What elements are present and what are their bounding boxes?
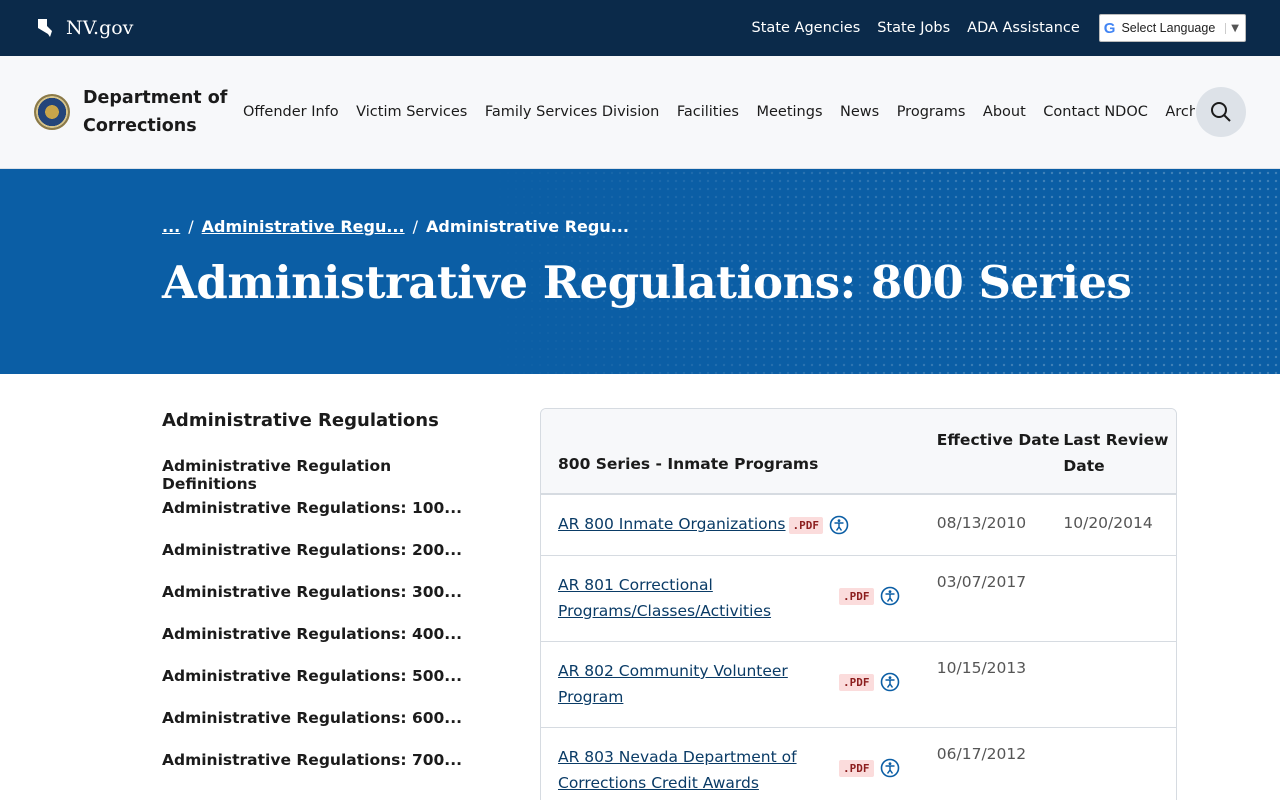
table-row: AR 800 Inmate Organizations .PDF 08/13/2…	[541, 495, 1176, 556]
table-cell-effective: 08/13/2010	[936, 514, 1027, 532]
brand-label: NV.gov	[66, 17, 134, 39]
sidebar-title: Administrative Regulations	[162, 410, 439, 431]
nav-programs[interactable]: Programs	[897, 104, 966, 120]
table-cell-title: AR 802 Community Volunteer Program .PDF	[541, 642, 937, 727]
breadcrumb-current: Administrative Regu...	[425, 217, 629, 236]
breadcrumb-ellipsis[interactable]: ...	[162, 217, 180, 236]
table-header: 800 Series - Inmate Programs Effective D…	[541, 409, 1176, 495]
sidebar-item-400[interactable]: Administrative Regulations: 400...	[162, 625, 482, 667]
search-icon	[1211, 102, 1231, 122]
sidebar: Administrative Regulations Administrativ…	[162, 410, 482, 793]
table-row: AR 802 Community Volunteer Program .PDF …	[541, 642, 1176, 728]
accessibility-icon[interactable]	[880, 758, 900, 778]
ar-803-link[interactable]: AR 803 Nevada Department of Corrections …	[558, 748, 797, 792]
pdf-badge: .PDF	[839, 587, 874, 605]
accessibility-icon[interactable]	[829, 515, 849, 535]
nevada-state-icon	[38, 19, 52, 37]
caret-down-icon: ▼	[1225, 22, 1239, 34]
ar-802-link[interactable]: AR 802 Community Volunteer Program	[558, 662, 788, 706]
sidebar-item-700[interactable]: Administrative Regulations: 700...	[162, 751, 482, 793]
table-row: AR 803 Nevada Department of Corrections …	[541, 728, 1176, 800]
nv-gov-brand[interactable]: NV.gov	[38, 17, 133, 39]
table-cell-effective: 10/15/2013	[936, 659, 1027, 677]
table-cell-title: AR 801 Correctional Programs/Classes/Act…	[541, 556, 937, 641]
page-hero: ... / Administrative Regu... / Administr…	[0, 169, 1280, 374]
breadcrumb: ... / Administrative Regu... / Administr…	[162, 217, 1280, 236]
table-cell-review	[1063, 642, 1176, 727]
table-cell-review	[1063, 556, 1176, 641]
sidebar-item-200[interactable]: Administrative Regulations: 200...	[162, 541, 482, 583]
nevada-seal-logo[interactable]	[34, 94, 70, 130]
pdf-badge: .PDF	[839, 759, 874, 777]
header-effective-date: Effective Date	[936, 431, 1060, 449]
top-links: State Agencies State Jobs ADA Assistance…	[752, 14, 1246, 42]
pdf-badge: .PDF	[788, 516, 824, 534]
department-name[interactable]: Department of Corrections	[83, 84, 233, 141]
site-header: Department of Corrections Offender Info …	[0, 56, 1280, 169]
nav-about[interactable]: About	[983, 104, 1026, 120]
table-cell-title: AR 800 Inmate Organizations .PDF	[541, 495, 937, 555]
accessibility-icon[interactable]	[880, 586, 900, 606]
ar-800-link[interactable]: AR 800 Inmate Organizations	[558, 512, 786, 538]
ar-801-link[interactable]: AR 801 Correctional Programs/Classes/Act…	[558, 576, 771, 620]
nav-meetings[interactable]: Meetings	[756, 104, 822, 120]
header-last-review-date: Last Review Date	[1063, 431, 1169, 475]
main-content: Administrative Regulations Administrativ…	[0, 374, 1280, 800]
main-nav: Offender Info Victim Services Family Ser…	[243, 104, 1195, 120]
table-row: AR 801 Correctional Programs/Classes/Act…	[541, 556, 1176, 642]
pdf-badge: .PDF	[839, 673, 874, 691]
page-title: Administrative Regulations: 800 Series	[162, 256, 1132, 309]
sidebar-item-500[interactable]: Administrative Regulations: 500...	[162, 667, 482, 709]
table-cell-effective: 03/07/2017	[936, 573, 1027, 591]
breadcrumb-separator: /	[412, 217, 418, 236]
table-cell-review: 10/20/2014	[1063, 514, 1153, 532]
language-select-label: Select Language	[1121, 21, 1216, 35]
breadcrumb-admin-regs[interactable]: Administrative Regu...	[202, 217, 405, 236]
top-bar: NV.gov State Agencies State Jobs ADA Ass…	[0, 0, 1280, 56]
state-agencies-link[interactable]: State Agencies	[752, 20, 861, 36]
sidebar-item-300[interactable]: Administrative Regulations: 300...	[162, 583, 482, 625]
sidebar-list: Administrative Regulation Definitions Ad…	[162, 457, 482, 793]
sidebar-item-100[interactable]: Administrative Regulations: 100...	[162, 499, 482, 541]
header-series: 800 Series - Inmate Programs	[558, 455, 819, 473]
sidebar-item-600[interactable]: Administrative Regulations: 600...	[162, 709, 482, 751]
language-select[interactable]: G Select Language ▼	[1098, 14, 1246, 42]
state-jobs-link[interactable]: State Jobs	[877, 20, 950, 36]
table-cell-review	[1063, 728, 1176, 800]
breadcrumb-separator: /	[188, 217, 194, 236]
nav-news[interactable]: News	[840, 104, 879, 120]
nav-family-services[interactable]: Family Services Division	[485, 104, 659, 120]
search-button[interactable]	[1196, 87, 1246, 137]
nav-archives[interactable]: Archives	[1165, 104, 1195, 120]
accessibility-icon[interactable]	[880, 672, 900, 692]
sidebar-item-definitions[interactable]: Administrative Regulation Definitions	[162, 457, 482, 499]
nav-facilities[interactable]: Facilities	[677, 104, 739, 120]
nav-contact[interactable]: Contact NDOC	[1043, 104, 1148, 120]
table-cell-title: AR 803 Nevada Department of Corrections …	[541, 728, 937, 800]
google-icon: G	[1103, 19, 1116, 37]
nav-victim-services[interactable]: Victim Services	[356, 104, 467, 120]
ada-assistance-link[interactable]: ADA Assistance	[967, 20, 1080, 36]
table-cell-effective: 06/17/2012	[936, 745, 1027, 763]
nav-offender-info[interactable]: Offender Info	[243, 104, 339, 120]
regulations-table: 800 Series - Inmate Programs Effective D…	[540, 408, 1177, 800]
